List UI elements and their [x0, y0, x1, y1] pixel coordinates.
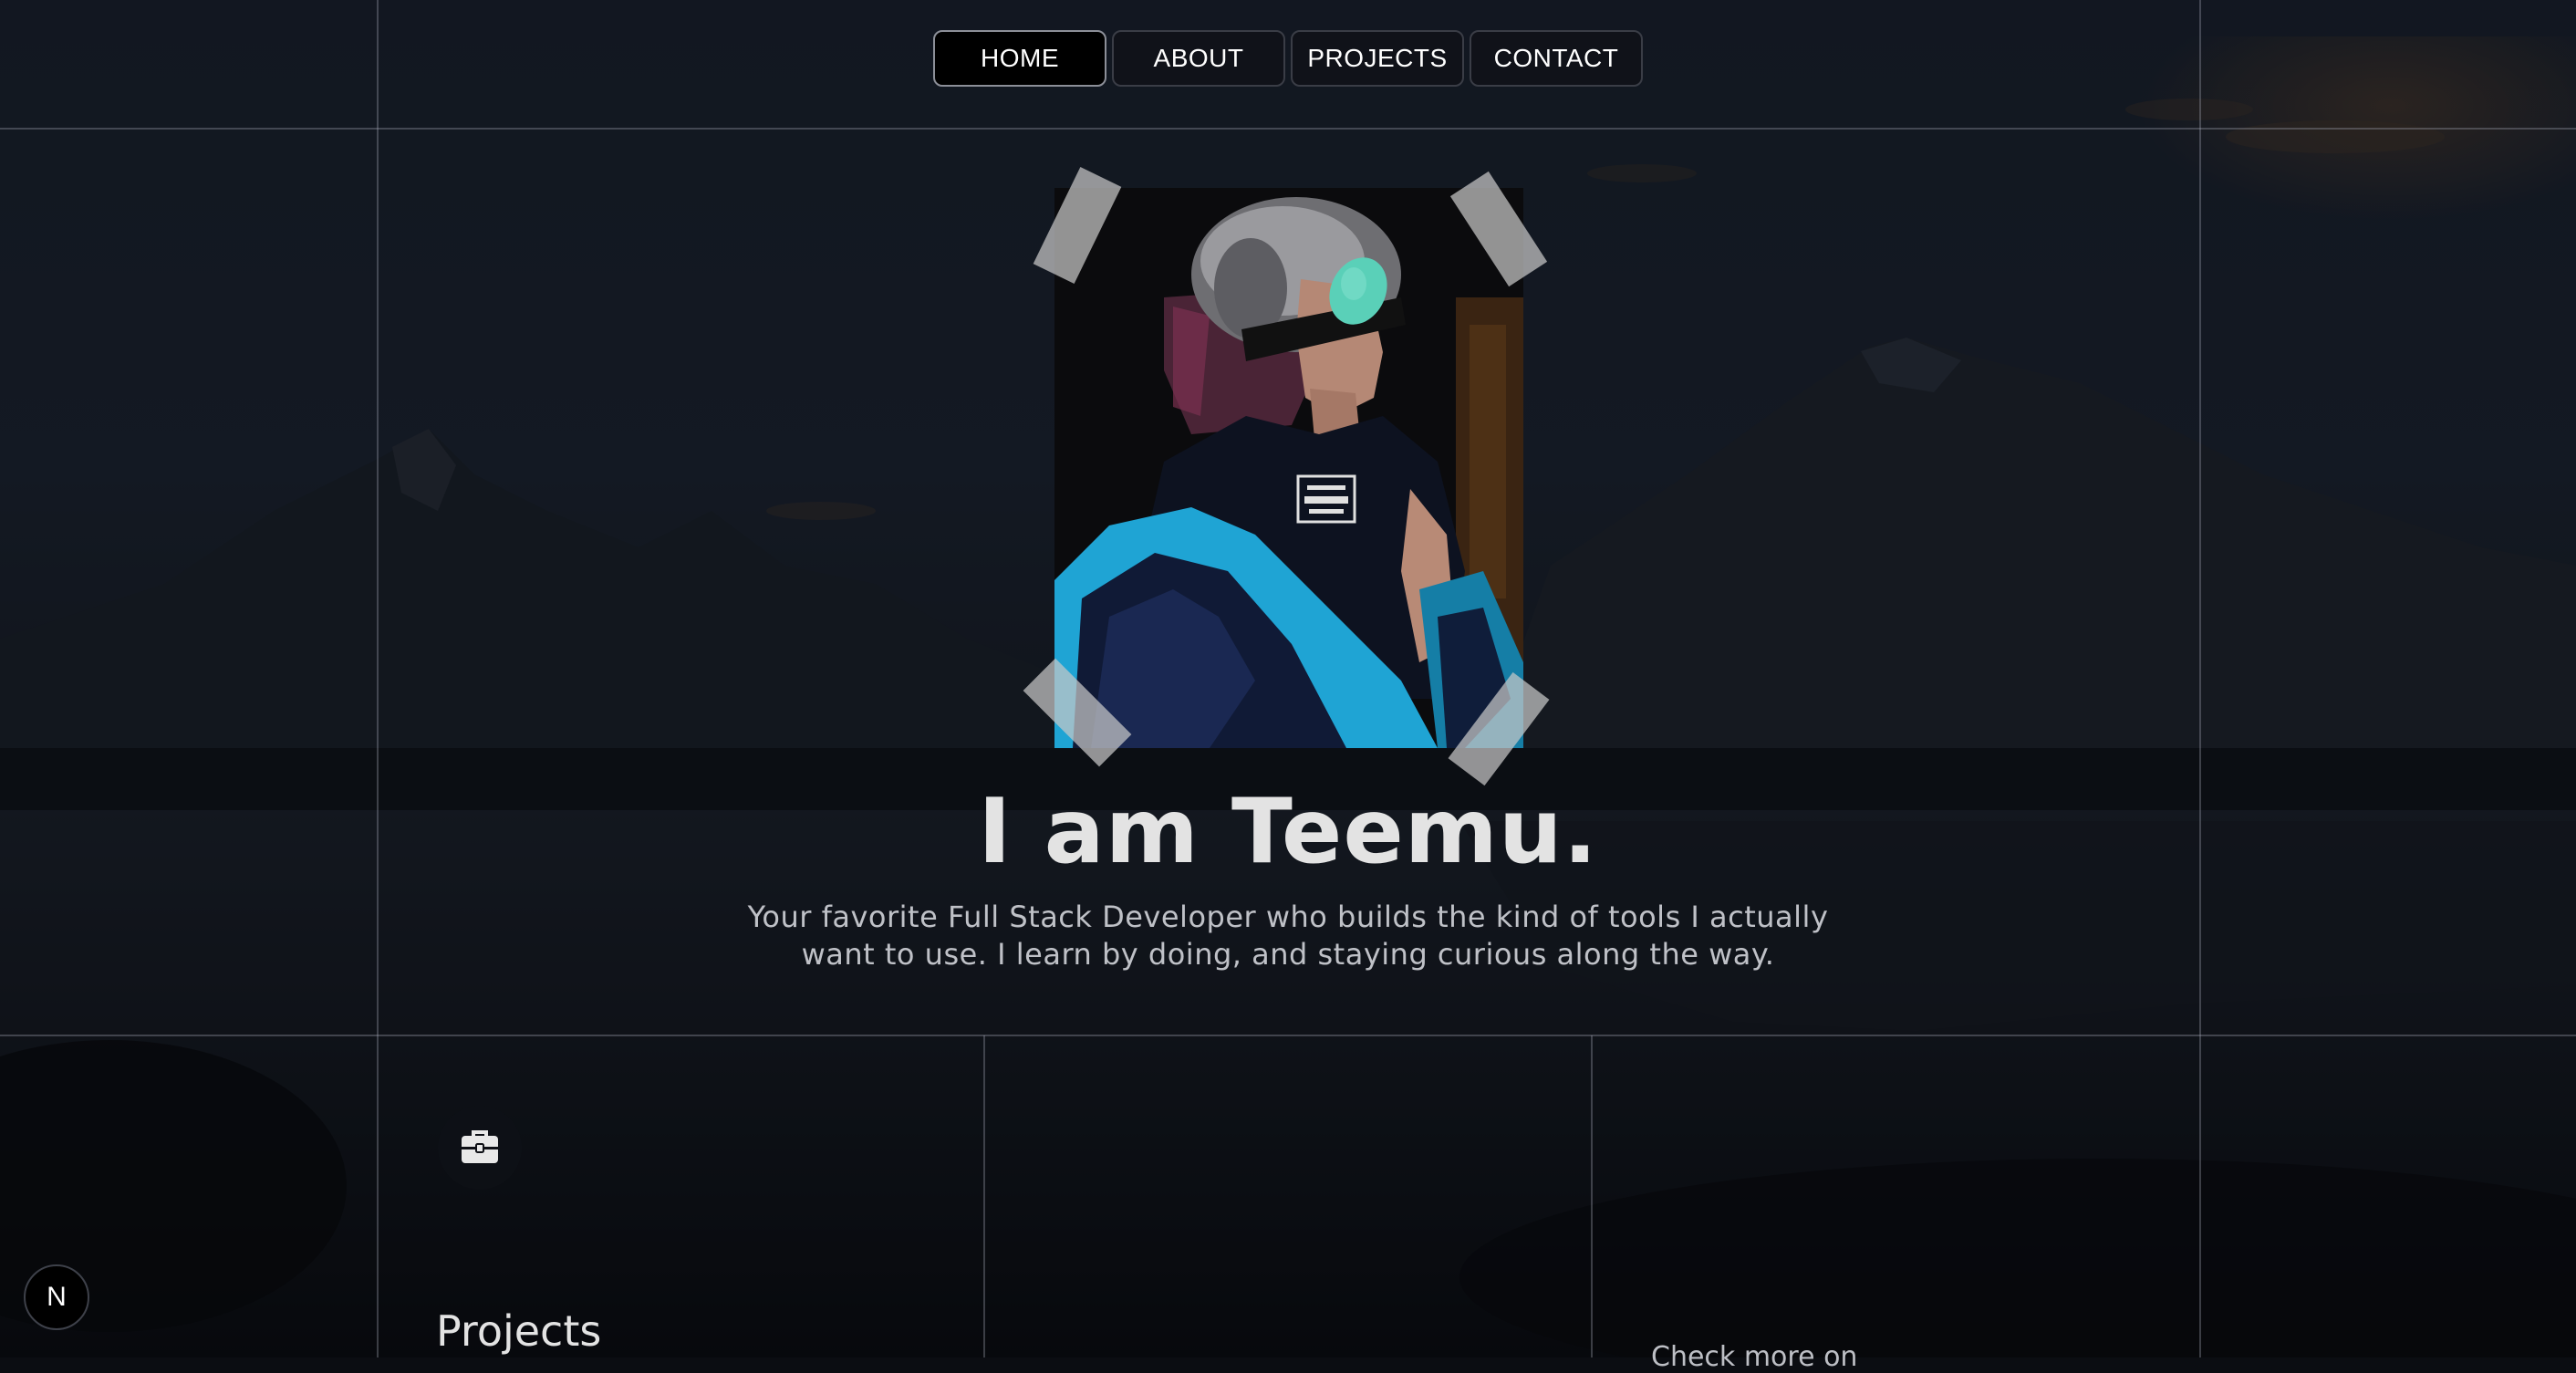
briefcase-icon: [438, 1106, 522, 1190]
main-nav: HOME ABOUT PROJECTS CONTACT: [933, 30, 1643, 88]
projects-heading: Projects: [436, 1306, 602, 1356]
grid-line-middle: [0, 1035, 2576, 1036]
hero-subtitle: Your favorite Full Stack Developer who b…: [741, 899, 1835, 973]
grid-line-col-2: [983, 1035, 985, 1357]
grid-line-col-3: [1591, 1035, 1593, 1357]
grid-line-left: [377, 0, 379, 1357]
n-badge-button[interactable]: N: [24, 1264, 89, 1330]
grid-line-right: [2199, 0, 2201, 1357]
hero-subtitle-line-1: Your favorite Full Stack Developer who b…: [747, 900, 1829, 934]
nav-about-button[interactable]: ABOUT: [1112, 30, 1285, 87]
nav-home-button[interactable]: HOME: [933, 30, 1106, 87]
profile-photo: [1054, 188, 1523, 748]
hero-subtitle-line-2: want to use. I learn by doing, and stayi…: [801, 937, 1775, 972]
nav-contact-button[interactable]: CONTACT: [1470, 30, 1643, 87]
hero-title: I am Teemu.: [978, 780, 1598, 884]
grid-line-top: [0, 128, 2576, 130]
nav-projects-button[interactable]: PROJECTS: [1291, 30, 1464, 87]
